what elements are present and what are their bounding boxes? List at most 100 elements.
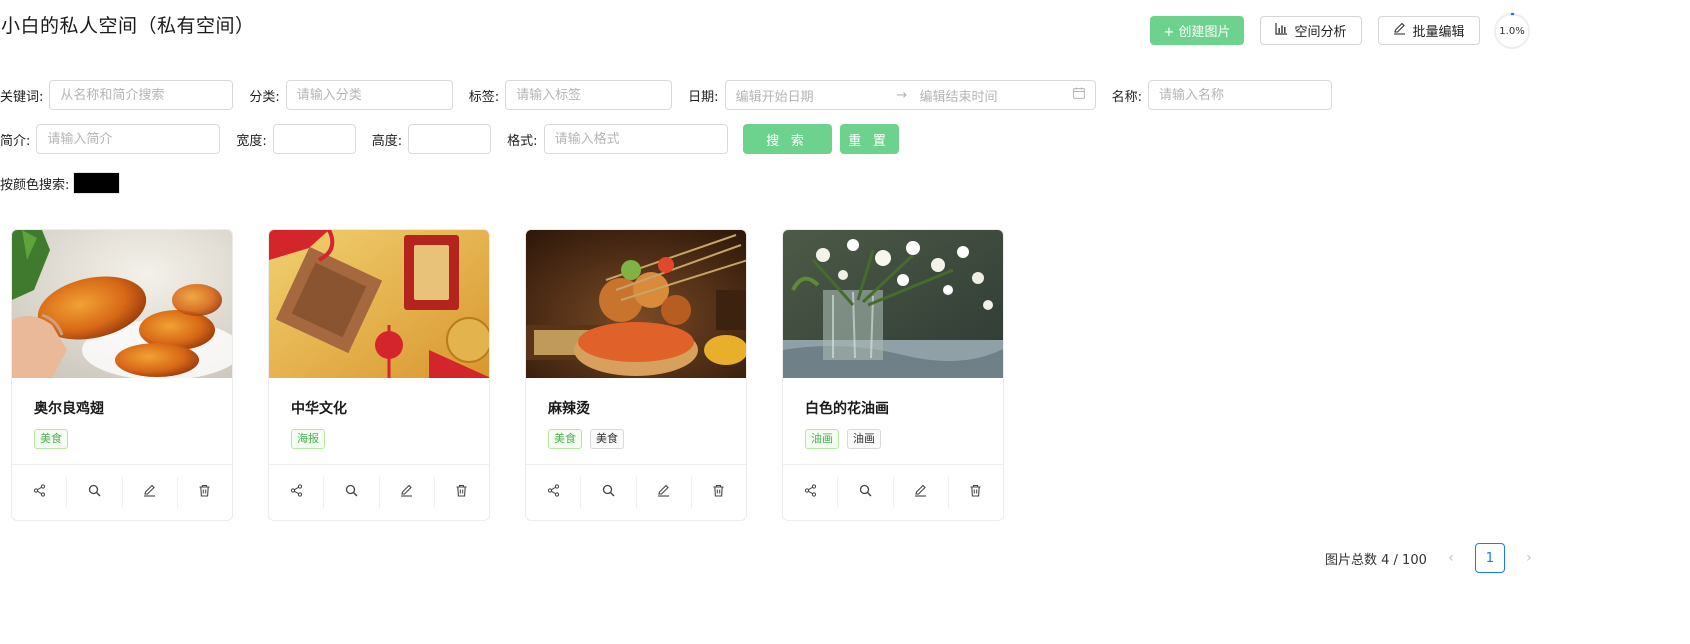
delete-icon: [969, 484, 982, 501]
share-icon: [804, 484, 817, 501]
picture-tag: 油画: [847, 429, 881, 449]
color-search-label: 按颜色搜索:: [0, 177, 70, 193]
picture-name: 奥尔良鸡翅: [34, 401, 104, 417]
edit-icon: [914, 484, 927, 501]
picture-tags: 美食 美食: [548, 429, 724, 449]
picture-tag: 美食: [590, 429, 624, 449]
picture-name: 白色的花油画: [805, 401, 889, 417]
category-tag: 海报: [291, 429, 325, 449]
picture-thumbnail[interactable]: [269, 230, 489, 378]
date-range-picker[interactable]: 编辑开始日期 → 编辑结束时间: [724, 80, 1096, 110]
format-input[interactable]: [543, 124, 728, 154]
arrow-right-icon: →: [896, 87, 908, 103]
height-input[interactable]: [408, 124, 492, 154]
color-picker-swatch[interactable]: [73, 172, 121, 194]
picture-card[interactable]: 奥尔良鸡翅 美食: [11, 229, 233, 521]
filter-row-2: 简介: 宽度: 高度: 格式: 搜 索 重 置: [0, 124, 899, 154]
width-input[interactable]: [272, 124, 356, 154]
delete-icon: [712, 484, 725, 501]
chevron-left-icon[interactable]: ‹: [1441, 550, 1461, 566]
name-label: 名称:: [1111, 89, 1142, 105]
picture-card[interactable]: 中华文化 海报: [268, 229, 490, 521]
space-analyze-label: 空间分析: [1294, 25, 1347, 40]
date-label: 日期:: [688, 89, 719, 105]
batch-edit-label: 批量编辑: [1412, 25, 1465, 40]
delete-button[interactable]: [178, 477, 232, 508]
share-button[interactable]: [269, 477, 325, 508]
chevron-right-icon[interactable]: ›: [1519, 550, 1539, 566]
search-icon: [859, 484, 872, 501]
delete-button[interactable]: [692, 477, 746, 508]
edit-icon: [1393, 22, 1406, 39]
intro-input[interactable]: [36, 124, 221, 154]
space-usage-text: 1.0%: [1499, 25, 1525, 37]
keyword-input[interactable]: [49, 80, 234, 110]
picture-tags: 海报: [291, 429, 467, 449]
picture-thumbnail[interactable]: [526, 230, 746, 378]
space-usage-progress: 1.0%: [1493, 12, 1531, 50]
edit-icon: [143, 484, 156, 501]
height-label: 高度:: [371, 133, 403, 149]
picture-thumbnail[interactable]: [783, 230, 1003, 378]
reset-button[interactable]: 重 置: [839, 124, 899, 154]
color-search-row: 按颜色搜索:: [0, 172, 121, 194]
category-input[interactable]: [285, 80, 453, 110]
pagination-total: 图片总数 4 / 100: [1325, 552, 1427, 568]
card-actions: [526, 464, 746, 520]
picture-card[interactable]: 白色的花油画 油画 油画: [782, 229, 1004, 521]
delete-button[interactable]: [949, 477, 1003, 508]
edit-icon: [400, 484, 413, 501]
share-icon: [290, 484, 303, 501]
calendar-icon: [1072, 87, 1085, 103]
search-similar-button[interactable]: [67, 477, 123, 508]
name-input[interactable]: [1147, 80, 1332, 110]
search-similar-button[interactable]: [324, 477, 380, 508]
share-button[interactable]: [526, 477, 582, 508]
picture-list: 奥尔良鸡翅 美食 中华文化 海报 麻辣烫 美食 美食 白色的花油画 油画 油画: [11, 229, 1004, 521]
search-icon: [602, 484, 615, 501]
pagination: 图片总数 4 / 100 ‹ 1 ›: [1325, 543, 1539, 573]
create-picture-button[interactable]: + 创建图片: [1150, 16, 1244, 45]
search-similar-button[interactable]: [581, 477, 637, 508]
share-button[interactable]: [783, 477, 839, 508]
date-start-placeholder[interactable]: 编辑开始日期: [736, 86, 887, 105]
picture-name: 麻辣烫: [548, 401, 590, 417]
picture-thumbnail[interactable]: [12, 230, 232, 378]
delete-icon: [198, 484, 211, 501]
picture-name: 中华文化: [291, 401, 347, 417]
delete-button[interactable]: [435, 477, 489, 508]
card-actions: [783, 464, 1003, 520]
search-similar-button[interactable]: [838, 477, 894, 508]
intro-label: 简介:: [0, 133, 31, 149]
date-end-placeholder[interactable]: 编辑结束时间: [920, 86, 1063, 105]
page-item-current[interactable]: 1: [1474, 543, 1505, 573]
share-button[interactable]: [12, 477, 68, 508]
category-tag: 美食: [548, 429, 582, 449]
category-tag: 油画: [805, 429, 839, 449]
search-icon: [88, 484, 101, 501]
page-title: 小白的私人空间（私有空间）: [1, 15, 255, 37]
picture-card[interactable]: 麻辣烫 美食 美食: [525, 229, 747, 521]
picture-tags: 油画 油画: [805, 429, 981, 449]
filter-row-1: 关键词: 分类: 标签: 日期: 编辑开始日期 → 编辑结束时间 名称:: [0, 80, 1332, 110]
picture-tags: 美食: [34, 429, 210, 449]
search-icon: [345, 484, 358, 501]
edit-button[interactable]: [637, 477, 692, 508]
edit-icon: [657, 484, 670, 501]
bar-chart-icon: [1275, 22, 1288, 39]
card-actions: [12, 464, 232, 520]
header-actions: + 创建图片 空间分析 批量编辑: [1150, 16, 1480, 45]
tags-input[interactable]: [505, 80, 673, 110]
delete-icon: [455, 484, 468, 501]
batch-edit-button[interactable]: 批量编辑: [1378, 16, 1480, 45]
edit-button[interactable]: [123, 477, 178, 508]
space-analyze-button[interactable]: 空间分析: [1260, 16, 1362, 45]
category-label: 分类:: [249, 89, 280, 105]
format-label: 格式:: [507, 133, 538, 149]
keyword-label: 关键词:: [0, 89, 44, 105]
edit-button[interactable]: [894, 477, 949, 508]
edit-button[interactable]: [380, 477, 435, 508]
search-button[interactable]: 搜 索: [742, 124, 832, 154]
share-icon: [33, 484, 46, 501]
card-actions: [269, 464, 489, 520]
